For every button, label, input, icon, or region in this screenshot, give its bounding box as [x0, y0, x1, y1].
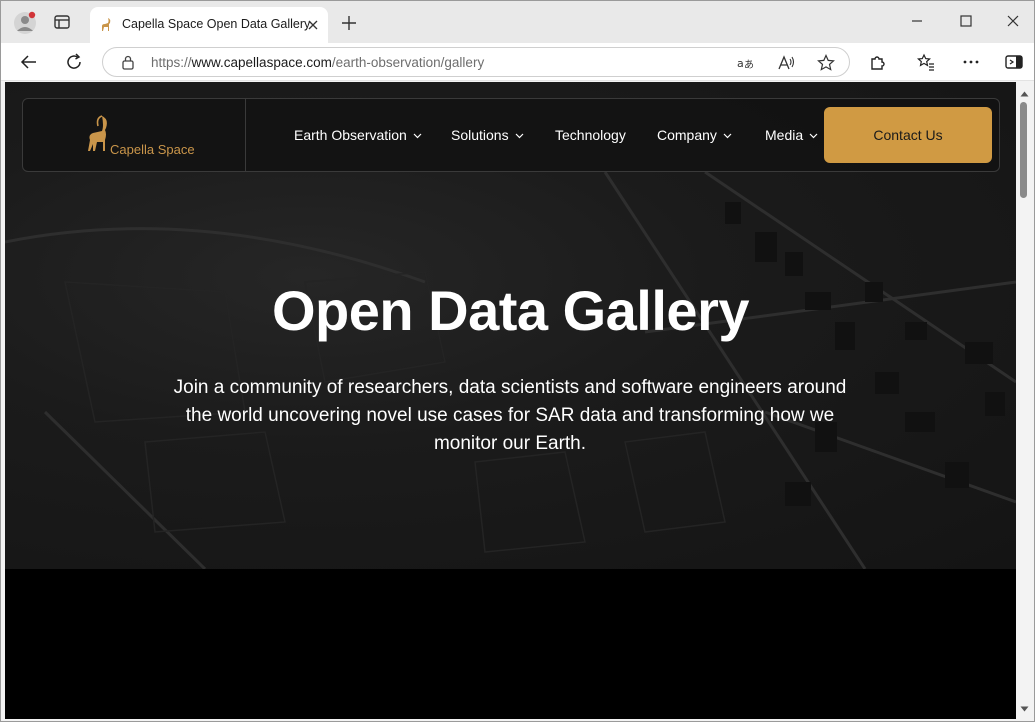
sidebar-toggle-icon[interactable]	[1004, 52, 1024, 72]
logo-text: Capella Space	[110, 142, 195, 157]
nav-company[interactable]: Company	[657, 127, 732, 143]
url-text[interactable]: https://www.capellaspace.com/earth-obser…	[151, 55, 484, 70]
favorites-icon[interactable]	[916, 52, 936, 72]
translate-icon[interactable]: a あ	[735, 53, 755, 73]
lock-icon[interactable]	[121, 55, 135, 70]
nav-technology[interactable]: Technology	[555, 127, 626, 143]
refresh-icon[interactable]	[64, 52, 84, 72]
more-options-icon[interactable]	[961, 52, 981, 72]
url-prefix: https://	[151, 55, 192, 70]
minimize-icon[interactable]	[907, 11, 927, 31]
chevron-down-icon	[413, 133, 422, 139]
web-page: Capella Space Earth Observation Solution…	[5, 82, 1016, 719]
scroll-up-icon[interactable]	[1020, 91, 1029, 97]
address-bar[interactable]: https://www.capellaspace.com/earth-obser…	[102, 47, 850, 77]
new-tab-icon[interactable]	[340, 14, 358, 32]
capella-favicon-icon	[102, 18, 111, 31]
nav-label: Earth Observation	[294, 127, 407, 143]
close-tab-icon[interactable]	[304, 16, 322, 34]
hero-section: Capella Space Earth Observation Solution…	[5, 82, 1016, 569]
read-aloud-icon[interactable]	[776, 53, 796, 73]
site-navbar: Capella Space Earth Observation Solution…	[22, 98, 1000, 172]
tab-actions-icon[interactable]	[52, 12, 72, 32]
svg-text:a: a	[737, 57, 744, 70]
nav-label: Media	[765, 127, 804, 143]
scroll-down-icon[interactable]	[1020, 706, 1029, 712]
nav-label: Technology	[555, 127, 626, 143]
chevron-down-icon	[515, 133, 524, 139]
page-title: Open Data Gallery	[271, 279, 750, 342]
favorite-star-icon[interactable]	[816, 53, 836, 73]
close-window-icon[interactable]	[1003, 11, 1023, 31]
browser-toolbar: https://www.capellaspace.com/earth-obser…	[1, 43, 1034, 81]
browser-window: Capella Space Open Data Gallery https://…	[0, 0, 1035, 722]
maximize-icon[interactable]	[956, 11, 976, 31]
capella-ibex-logo-icon	[88, 115, 107, 151]
profile-avatar-icon[interactable]	[13, 11, 37, 35]
chevron-down-icon	[809, 133, 818, 139]
tab-strip: Capella Space Open Data Gallery	[1, 1, 1034, 43]
back-arrow-icon[interactable]	[19, 52, 39, 72]
page-scrollbar[interactable]	[1016, 82, 1034, 719]
nav-earth-observation[interactable]: Earth Observation	[294, 127, 422, 143]
url-path: /earth-observation/gallery	[331, 55, 485, 70]
tab-active[interactable]: Capella Space Open Data Gallery	[90, 7, 328, 43]
nav-label: Solutions	[451, 127, 509, 143]
svg-text:あ: あ	[744, 59, 754, 71]
chevron-down-icon	[723, 133, 732, 139]
scrollbar-thumb[interactable]	[1020, 102, 1027, 198]
nav-label: Company	[657, 127, 717, 143]
logo-link[interactable]: Capella Space	[23, 99, 246, 171]
url-host: www.capellaspace.com	[191, 55, 332, 70]
nav-media[interactable]: Media	[765, 127, 818, 143]
contact-us-button[interactable]: Contact Us	[824, 107, 992, 163]
tab-title: Capella Space Open Data Gallery	[122, 17, 311, 31]
extensions-icon[interactable]	[868, 52, 888, 72]
nav-solutions[interactable]: Solutions	[451, 127, 524, 143]
hero-subtitle: Join a community of researchers, data sc…	[173, 377, 847, 454]
